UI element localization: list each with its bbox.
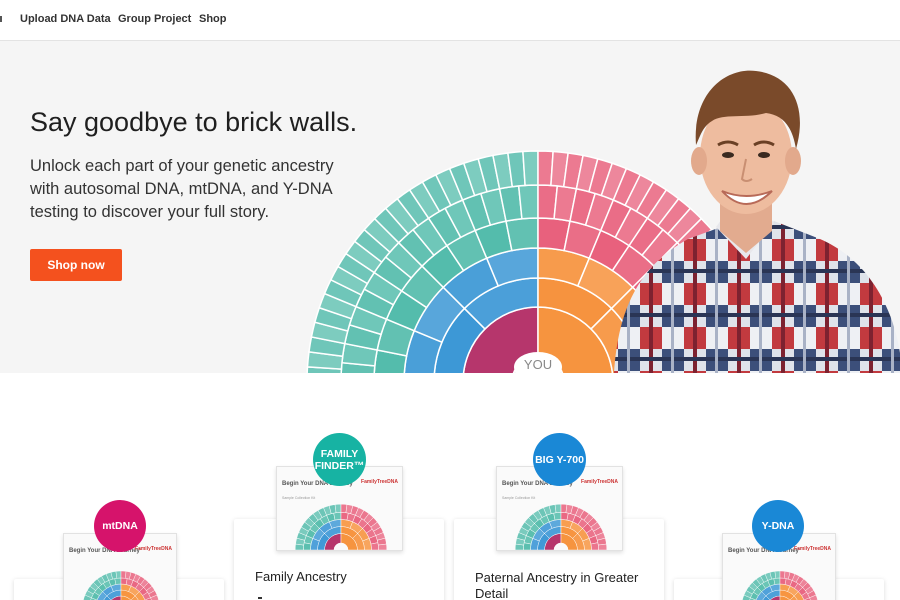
kit-fan-graphic (742, 570, 818, 600)
family-finder-badge: FAMILY FINDER™ (313, 433, 366, 486)
nav-shop[interactable]: Shop (199, 13, 227, 25)
kit-logo: FamilyTreeDNA (581, 479, 618, 485)
fan-segment (590, 542, 599, 550)
fan-segment (334, 503, 342, 513)
nav-upload-dna-data[interactable]: Upload DNA Data (20, 13, 111, 25)
fan-segment (774, 570, 781, 579)
big-y-700-badge: BIG Y-700 (533, 433, 586, 486)
kit-fan-graphic (514, 503, 608, 550)
product-title-family-ancestry: Family Ancestry (255, 569, 347, 584)
fan-segment (598, 543, 608, 550)
kit-fan-graphic (83, 570, 159, 600)
nav-overflow-marker (0, 16, 2, 22)
product-title-paternal-ancestry: Paternal Ancestry in Greater Detail (475, 570, 639, 600)
fan-segment (773, 577, 781, 585)
kit-subheading: Sample Collection Kit (502, 496, 536, 500)
kit-logo: FamilyTreeDNA (135, 546, 172, 552)
hero-banner: Say goodbye to brick walls. Unlock each … (0, 41, 900, 373)
fan-segment (378, 543, 388, 550)
fan-segment (370, 542, 379, 550)
fan-segment (333, 512, 342, 521)
fan-segment (522, 150, 539, 187)
fan-center-label: YOU (524, 357, 552, 372)
kit-logo: FamilyTreeDNA (794, 546, 831, 552)
y-dna-badge: Y-DNA (752, 500, 804, 552)
fan-segment (517, 184, 539, 220)
fan-segment (554, 503, 562, 513)
shop-now-button[interactable]: Shop now (30, 249, 122, 281)
fan-segment (505, 217, 539, 252)
mtdna-badge: mtDNA (94, 500, 146, 552)
card-text-fragment (258, 597, 262, 599)
kit-fan-graphic (294, 503, 388, 550)
nav-group-project[interactable]: Group Project (118, 13, 191, 25)
smiling-man-photo (614, 70, 900, 373)
hero-title: Say goodbye to brick walls. (30, 107, 358, 137)
kit-subheading: Sample Collection Kit (282, 496, 316, 500)
fan-segment (553, 512, 562, 521)
product-cards-section: Begin Your DNA Journey FamilyTreeDNA mtD… (0, 373, 900, 600)
fan-segment (114, 577, 122, 585)
top-navigation: Upload DNA Data Group Project Shop (0, 0, 900, 41)
fan-segment (115, 570, 122, 579)
kit-logo: FamilyTreeDNA (361, 479, 398, 485)
